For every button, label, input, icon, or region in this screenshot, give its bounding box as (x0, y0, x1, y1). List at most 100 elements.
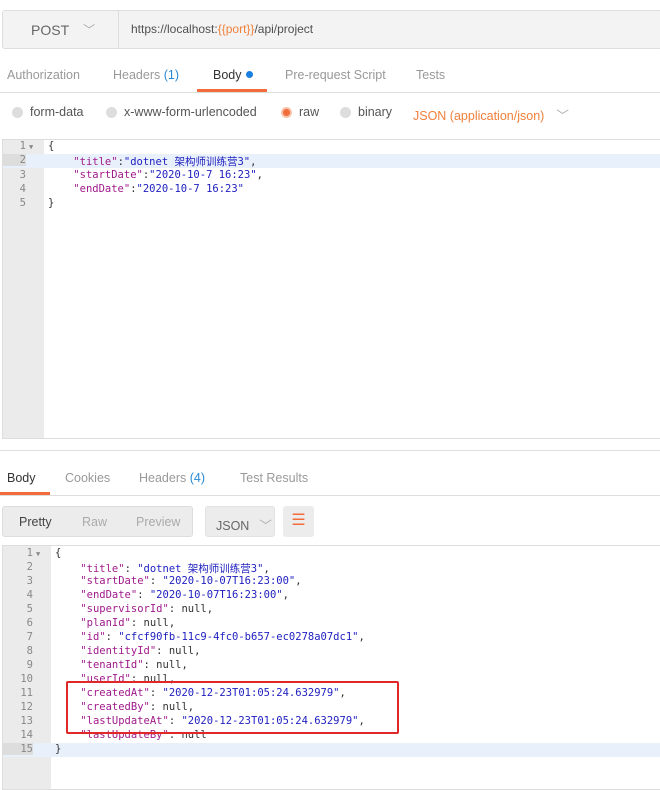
headers-count: (1) (163, 68, 180, 82)
divider (0, 495, 660, 496)
code-text: "startDate":"2020-10-7 16:23", (48, 169, 263, 181)
json-punct: , (282, 589, 289, 601)
line-number: 3 (19, 168, 26, 181)
json-key: "startDate" (73, 168, 143, 181)
tab-label: Body (213, 68, 242, 82)
wrap-icon: ☰ (291, 512, 306, 529)
line-number: 11 (20, 687, 33, 699)
json-punct (55, 659, 80, 671)
radio-binary[interactable]: binary (340, 105, 392, 119)
json-punct: , (168, 617, 176, 629)
chevron-down-icon: ﹀ (259, 519, 272, 533)
radio-raw[interactable]: raw (281, 105, 319, 119)
pretty-button[interactable]: Pretty (19, 515, 52, 529)
json-punct (55, 645, 80, 657)
line-number: 5 (19, 197, 26, 210)
fold-icon[interactable]: ▼ (36, 550, 40, 558)
content-type-dropdown[interactable]: JSON (application/json) ﹀ (413, 105, 569, 124)
json-key: "title" (73, 156, 118, 169)
line-number: 2 (3, 154, 26, 167)
json-punct: : (124, 563, 138, 575)
radio-form-data[interactable]: form-data (12, 105, 84, 119)
line-number: 12 (20, 701, 33, 713)
tab-tests[interactable]: Tests (416, 68, 445, 82)
code-line: 8 "identityId": null, (3, 645, 660, 659)
code-line: 2 "title":"dotnet 架构师训练营3", (3, 154, 660, 169)
format-label: JSON (216, 519, 250, 533)
raw-button[interactable]: Raw (82, 515, 107, 529)
json-key: "supervisorId" (80, 603, 169, 615)
json-string: "cfcf90fb-11c9-4fc0-b657-ec0278a07dc1" (118, 631, 359, 643)
code-text: "title":"dotnet 架构师训练营3", (48, 154, 256, 169)
request-body-editor[interactable]: 1 ▼{2 "title":"dotnet 架构师训练营3", 3 "startDa… (2, 139, 660, 439)
code-text: "title": "dotnet 架构师训练营3", (55, 561, 270, 576)
code-text: } (48, 197, 54, 209)
json-null: null (143, 617, 169, 629)
json-punct: , (206, 603, 214, 615)
tab-label: Headers (139, 471, 187, 485)
url-input[interactable]: https://localhost:{{port}}/api/project (131, 22, 313, 36)
code-line: 15} (3, 743, 660, 757)
json-punct (48, 169, 73, 181)
json-punct (48, 156, 73, 168)
line-number: 1 (19, 140, 26, 152)
tab-response-body[interactable]: Body (7, 471, 36, 485)
code-line: 4 "endDate": "2020-10-07T16:23:00", (3, 589, 660, 603)
code-text: "planId": null, (55, 617, 175, 629)
json-key: "title" (80, 563, 125, 575)
json-punct: } (55, 743, 62, 755)
json-punct: , (256, 168, 263, 181)
url-prefix: https://localhost: (131, 22, 218, 36)
tab-test-results[interactable]: Test Results (240, 471, 308, 485)
json-punct: : (130, 617, 144, 629)
json-punct: , (263, 563, 270, 575)
code-line: 3 "startDate":"2020-10-7 16:23", (3, 169, 660, 183)
line-number: 5 (26, 603, 33, 615)
radio-selected-icon (281, 106, 292, 118)
line-number: 4 (26, 589, 33, 601)
radio-icon (12, 106, 23, 118)
url-variable: {{port}} (217, 22, 255, 36)
json-punct (55, 603, 80, 615)
json-punct: , (194, 645, 201, 657)
json-punct (55, 617, 80, 629)
code-text: { (55, 547, 61, 559)
line-number: 3 (26, 575, 33, 587)
tab-pre-request-script[interactable]: Pre-request Script (285, 68, 386, 82)
chevron-down-icon: ﹀ (556, 109, 569, 123)
highlight-annotation-box (66, 681, 399, 734)
json-string: "dotnet 架构师训练营3" (137, 563, 264, 575)
tab-authorization[interactable]: Authorization (7, 68, 80, 82)
line-number: 4 (19, 182, 26, 195)
json-punct: , (358, 631, 365, 643)
wrap-lines-button[interactable]: ☰ (283, 506, 314, 537)
json-punct: { (48, 140, 55, 152)
tab-cookies[interactable]: Cookies (65, 471, 110, 485)
tab-headers[interactable]: Headers (1) (113, 68, 179, 82)
json-punct: : (156, 645, 169, 657)
tab-response-headers[interactable]: Headers (4) (139, 471, 205, 485)
response-body-viewer[interactable]: 1 ▼{2 "title": "dotnet 架构师训练营3", 3 "startD… (2, 545, 660, 790)
headers-count: (4) (189, 471, 206, 485)
radio-icon (340, 106, 351, 118)
code-line: 7 "id": "cfcf90fb-11c9-4fc0-b657-ec0278a… (3, 631, 660, 645)
json-punct: , (181, 659, 188, 671)
code-line: 5 "supervisorId": null, (3, 603, 660, 617)
format-dropdown[interactable]: JSON ﹀ (205, 506, 275, 537)
json-string: "dotnet 架构师训练营3" (123, 156, 251, 169)
json-string: "2020-10-07T16:23:00" (162, 575, 296, 587)
divider (0, 450, 660, 451)
json-string: "2020-10-7 16:23" (149, 168, 257, 181)
fold-icon[interactable]: ▼ (29, 143, 33, 151)
code-line: 6 "planId": null, (3, 617, 660, 631)
json-key: "endDate" (80, 589, 138, 601)
method-dropdown[interactable]: POST ﹀ (3, 11, 119, 48)
code-text: "identityId": null, (55, 645, 200, 657)
json-null: null (181, 603, 207, 615)
json-punct: , (295, 575, 302, 587)
json-punct (55, 575, 80, 587)
json-key: "planId" (80, 617, 131, 629)
tab-body[interactable]: Body (213, 68, 253, 82)
preview-button[interactable]: Preview (136, 515, 180, 529)
radio-urlencoded[interactable]: x-www-form-urlencoded (106, 105, 257, 119)
